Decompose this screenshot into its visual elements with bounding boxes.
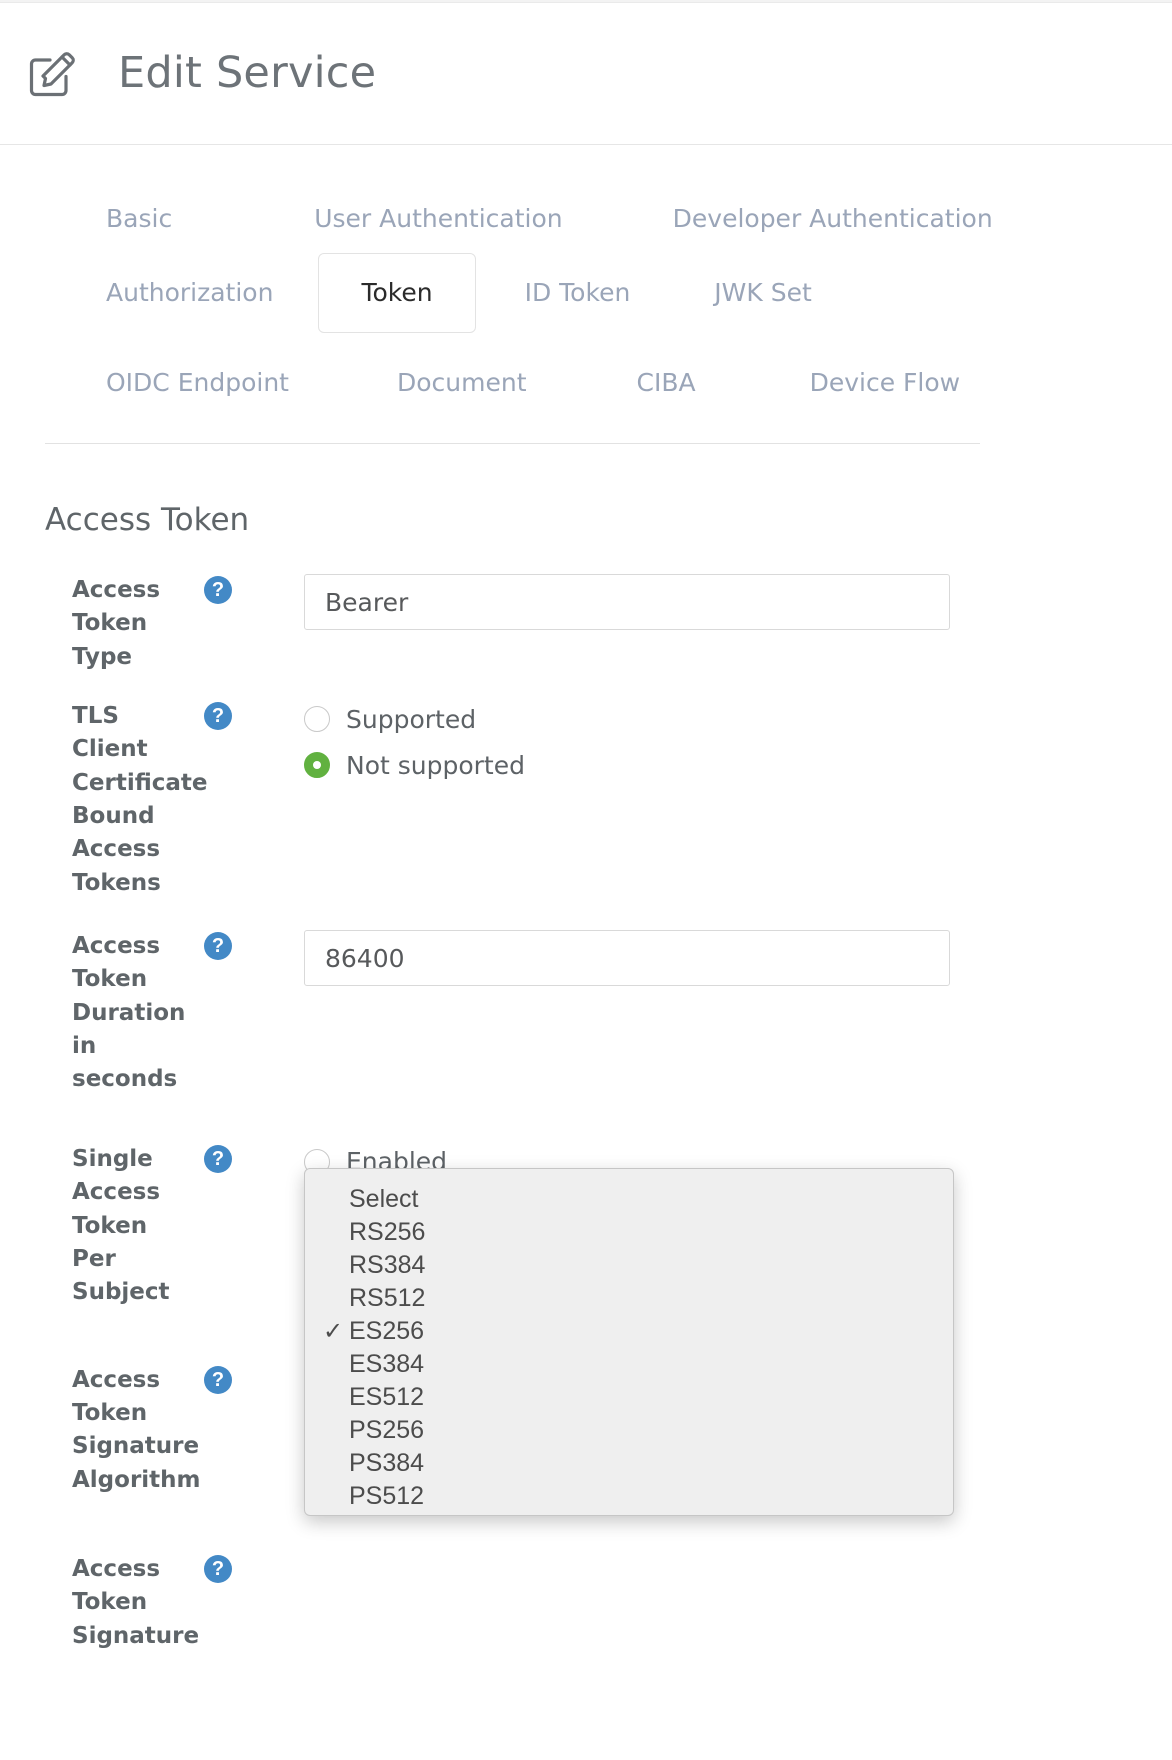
- dropdown-option-ps512[interactable]: PS512: [305, 1480, 953, 1513]
- help-question-icon[interactable]: ?: [204, 1145, 232, 1173]
- field-row-access-token-signature-next: Access Token Signature ?: [0, 1553, 1172, 1653]
- field-col: [232, 930, 1172, 986]
- dropdown-option-es384[interactable]: ES384: [305, 1348, 953, 1381]
- help-question-icon[interactable]: ?: [204, 1366, 232, 1394]
- dropdown-option-es256[interactable]: ✓ ES256: [305, 1315, 953, 1348]
- dropdown-option-ps384[interactable]: PS384: [305, 1447, 953, 1480]
- field-row-tls-bound-tokens: TLS Client Certificate Bound Access Toke…: [0, 700, 1172, 900]
- radio-label: Not supported: [346, 753, 525, 778]
- label-col: Access Token Type ?: [0, 574, 232, 674]
- label-access-token-duration-in-seconds: Access Token Duration in seconds: [72, 930, 190, 1097]
- label-col: Access Token Signature Algorithm ?: [0, 1364, 232, 1497]
- option-label: RS512: [349, 1282, 425, 1315]
- label-col: Single Access Token Per Subject ?: [0, 1143, 232, 1310]
- tab-document[interactable]: Document: [374, 353, 550, 413]
- tab-list: Basic User Authentication Developer Auth…: [45, 189, 980, 444]
- help-question-icon[interactable]: ?: [204, 1555, 232, 1583]
- dropdown-option-select[interactable]: Select: [305, 1183, 953, 1216]
- field-col: [232, 574, 1172, 630]
- tab-basic[interactable]: Basic: [83, 189, 195, 249]
- page-title: Edit Service: [118, 52, 376, 95]
- dropdown-option-ps256[interactable]: PS256: [305, 1414, 953, 1447]
- option-label: Select: [349, 1183, 418, 1216]
- option-label: ES384: [349, 1348, 424, 1381]
- field-row-access-token-type: Access Token Type ?: [0, 574, 1172, 674]
- radio-supported[interactable]: Supported: [304, 706, 1142, 732]
- label-tls-client-certificate-bound-access-tokens: TLS Client Certificate Bound Access Toke…: [72, 700, 190, 900]
- signature-algorithm-dropdown-popup[interactable]: Select RS256 RS384 RS512 ✓ ES256 ES384 E…: [304, 1168, 954, 1516]
- option-checkmark-selected: ✓: [323, 1315, 349, 1348]
- help-question-icon[interactable]: ?: [204, 932, 232, 960]
- tabs-container: Basic User Authentication Developer Auth…: [0, 145, 1172, 444]
- tab-developer-authentication[interactable]: Developer Authentication: [650, 189, 1016, 249]
- option-label: PS512: [349, 1480, 424, 1513]
- access-token-duration-input[interactable]: [304, 930, 950, 986]
- radio-not-supported[interactable]: Not supported: [304, 752, 1142, 778]
- tab-oidc-endpoint[interactable]: OIDC Endpoint: [83, 353, 312, 413]
- tab-row-2: Authorization Token ID Token JWK Set: [45, 263, 980, 323]
- tls-bound-radio-group: Supported Not supported: [304, 700, 1142, 778]
- section-title-access-token: Access Token: [45, 502, 1172, 538]
- option-label: ES256: [349, 1315, 424, 1348]
- access-token-type-input[interactable]: [304, 574, 950, 630]
- label-col: Access Token Signature ?: [0, 1553, 232, 1653]
- tab-id-token[interactable]: ID Token: [502, 263, 654, 323]
- page-header: Edit Service: [0, 3, 1172, 145]
- option-label: PS384: [349, 1447, 424, 1480]
- tab-jwk-set[interactable]: JWK Set: [691, 263, 835, 323]
- radio-dot-unchecked[interactable]: [304, 706, 330, 732]
- label-col: TLS Client Certificate Bound Access Toke…: [0, 700, 232, 900]
- option-label: ES512: [349, 1381, 424, 1414]
- tab-token[interactable]: Token: [318, 253, 475, 333]
- help-question-icon[interactable]: ?: [204, 702, 232, 730]
- label-access-token-signature-algorithm: Access Token Signature Algorithm: [72, 1364, 190, 1497]
- dropdown-option-rs512[interactable]: RS512: [305, 1282, 953, 1315]
- help-question-icon[interactable]: ?: [204, 576, 232, 604]
- label-access-token-type: Access Token Type: [72, 574, 190, 674]
- edit-service-page: Edit Service Basic User Authentication D…: [0, 0, 1172, 1760]
- option-label: RS384: [349, 1249, 425, 1282]
- edit-pencil-square-icon: [26, 48, 78, 100]
- option-label: PS256: [349, 1414, 424, 1447]
- tab-device-flow[interactable]: Device Flow: [787, 353, 984, 413]
- field-row-access-token-duration: Access Token Duration in seconds ?: [0, 930, 1172, 1097]
- field-col: Supported Not supported: [232, 700, 1172, 798]
- label-single-access-token-per-subject: Single Access Token Per Subject: [72, 1143, 190, 1310]
- tab-ciba[interactable]: CIBA: [614, 353, 719, 413]
- tab-row-3: OIDC Endpoint Document CIBA Device Flow: [45, 353, 980, 413]
- option-label: RS256: [349, 1216, 425, 1249]
- tab-row-1: Basic User Authentication Developer Auth…: [45, 189, 980, 249]
- label-col: Access Token Duration in seconds ?: [0, 930, 232, 1097]
- tab-authorization[interactable]: Authorization: [83, 263, 296, 323]
- radio-dot-checked[interactable]: [304, 752, 330, 778]
- dropdown-option-rs256[interactable]: RS256: [305, 1216, 953, 1249]
- dropdown-option-rs384[interactable]: RS384: [305, 1249, 953, 1282]
- radio-label: Supported: [346, 707, 476, 732]
- tab-user-authentication[interactable]: User Authentication: [291, 189, 585, 249]
- label-access-token-signature: Access Token Signature: [72, 1553, 190, 1653]
- dropdown-option-es512[interactable]: ES512: [305, 1381, 953, 1414]
